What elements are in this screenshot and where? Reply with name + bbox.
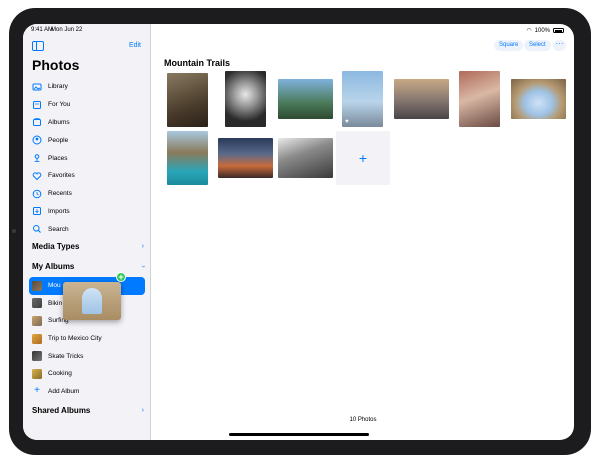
album-thumbnail (32, 368, 42, 379)
photo-tile[interactable] (218, 138, 273, 178)
album-thumbnail (32, 298, 42, 309)
photo-tile[interactable] (511, 79, 566, 119)
wifi-icon: ◠ (526, 28, 532, 34)
sidebar-item-label: Search (48, 225, 69, 233)
album-thumbnail (32, 280, 42, 291)
sidebar-toggle-icon[interactable] (32, 41, 44, 51)
home-indicator[interactable] (229, 433, 369, 436)
add-album-label: Add Album (48, 387, 80, 395)
photo-tile[interactable]: ♥ (342, 71, 383, 127)
albums-icon (32, 117, 42, 127)
battery-percent: 100% (534, 27, 550, 34)
places-icon (32, 153, 42, 163)
status-time: 9:41 AM (31, 27, 54, 33)
add-photo-tile[interactable]: + (336, 131, 390, 185)
sidebar-item-recents[interactable]: Recents (29, 185, 145, 203)
sidebar: 9:41 AM Mon Jun 22 Edit Photos Library F… (23, 24, 151, 440)
my-albums-header[interactable]: My Albums › (32, 262, 147, 271)
album-item-skate-tricks[interactable]: Skate Tricks (29, 347, 145, 365)
album-label: Mou (48, 282, 61, 290)
camera-dot (12, 229, 16, 233)
library-icon (32, 82, 42, 92)
section-title: Shared Albums (32, 406, 91, 415)
sidebar-item-label: Favorites (48, 172, 75, 180)
photo-tile[interactable] (459, 71, 500, 127)
plus-icon: + (358, 150, 368, 166)
sidebar-nav: Library For You Albums People Places Fav… (29, 78, 145, 238)
sidebar-item-label: Imports (48, 207, 70, 215)
sidebar-item-search[interactable]: Search (29, 220, 145, 238)
photo-tile[interactable] (167, 131, 208, 185)
drag-preview-photo[interactable] (63, 282, 121, 320)
plus-icon: + (34, 385, 40, 397)
sidebar-item-places[interactable]: Places (29, 149, 145, 167)
album-label: Skate Tricks (48, 352, 84, 360)
for-you-icon (32, 100, 42, 110)
add-album-button[interactable]: + Add Album (29, 383, 145, 401)
favorite-heart-icon: ♥ (345, 119, 349, 125)
album-label: Bikin (48, 299, 63, 307)
chevron-right-icon: › (141, 407, 144, 414)
section-title: My Albums (32, 262, 75, 271)
sidebar-item-for-you[interactable]: For You (29, 96, 145, 114)
photo-tile[interactable] (278, 138, 333, 178)
sidebar-item-people[interactable]: People (29, 131, 145, 149)
status-right: ◠ 100% (526, 27, 564, 34)
clock-icon (32, 189, 42, 199)
album-item-trip-to-mexico-city[interactable]: Trip to Mexico City (29, 330, 145, 348)
people-icon (32, 135, 42, 145)
album-thumbnail (32, 333, 42, 344)
sidebar-item-library[interactable]: Library (29, 78, 145, 96)
album-label: Trip to Mexico City (48, 335, 102, 343)
search-icon (32, 224, 42, 234)
main-content: ◠ 100% Square Select ··· Mountain Trails… (152, 24, 574, 440)
sidebar-item-label: Library (48, 83, 68, 91)
album-title: Mountain Trails (164, 58, 231, 68)
photo-tile[interactable] (394, 79, 449, 119)
shared-albums-header[interactable]: Shared Albums › (32, 406, 144, 415)
album-thumbnail (32, 315, 42, 326)
photo-tile[interactable] (225, 71, 266, 127)
sidebar-item-label: Albums (48, 118, 70, 126)
status-date: Mon Jun 22 (51, 27, 83, 33)
chevron-down-icon: › (139, 265, 147, 268)
album-thumbnail (32, 351, 42, 362)
sidebar-item-label: For You (48, 101, 71, 109)
album-label: Cooking (48, 370, 72, 378)
sidebar-item-label: Places (48, 154, 68, 162)
drag-add-badge-icon: + (116, 272, 126, 282)
sidebar-item-label: People (48, 136, 69, 144)
edit-button[interactable]: Edit (129, 42, 141, 49)
sidebar-item-imports[interactable]: Imports (29, 203, 145, 221)
sidebar-item-albums[interactable]: Albums (29, 114, 145, 132)
sidebar-item-label: Recents (48, 190, 72, 198)
photo-tile[interactable] (167, 73, 208, 127)
screen: 9:41 AM Mon Jun 22 Edit Photos Library F… (23, 24, 574, 440)
heart-icon (32, 171, 42, 181)
drag-preview-sky (82, 288, 102, 314)
app-title: Photos (32, 57, 80, 73)
battery-icon (553, 28, 564, 33)
photo-count: 10 Photos (349, 417, 377, 423)
select-button[interactable]: Select (524, 40, 551, 51)
section-title: Media Types (32, 242, 80, 251)
photo-tile[interactable] (278, 79, 333, 119)
media-types-header[interactable]: Media Types › (32, 242, 144, 251)
album-item-cooking[interactable]: Cooking (29, 365, 145, 383)
chevron-right-icon: › (141, 243, 144, 250)
sidebar-item-favorites[interactable]: Favorites (29, 167, 145, 185)
more-icon[interactable]: ··· (553, 40, 566, 51)
square-button[interactable]: Square (494, 40, 524, 51)
import-icon (32, 206, 42, 216)
